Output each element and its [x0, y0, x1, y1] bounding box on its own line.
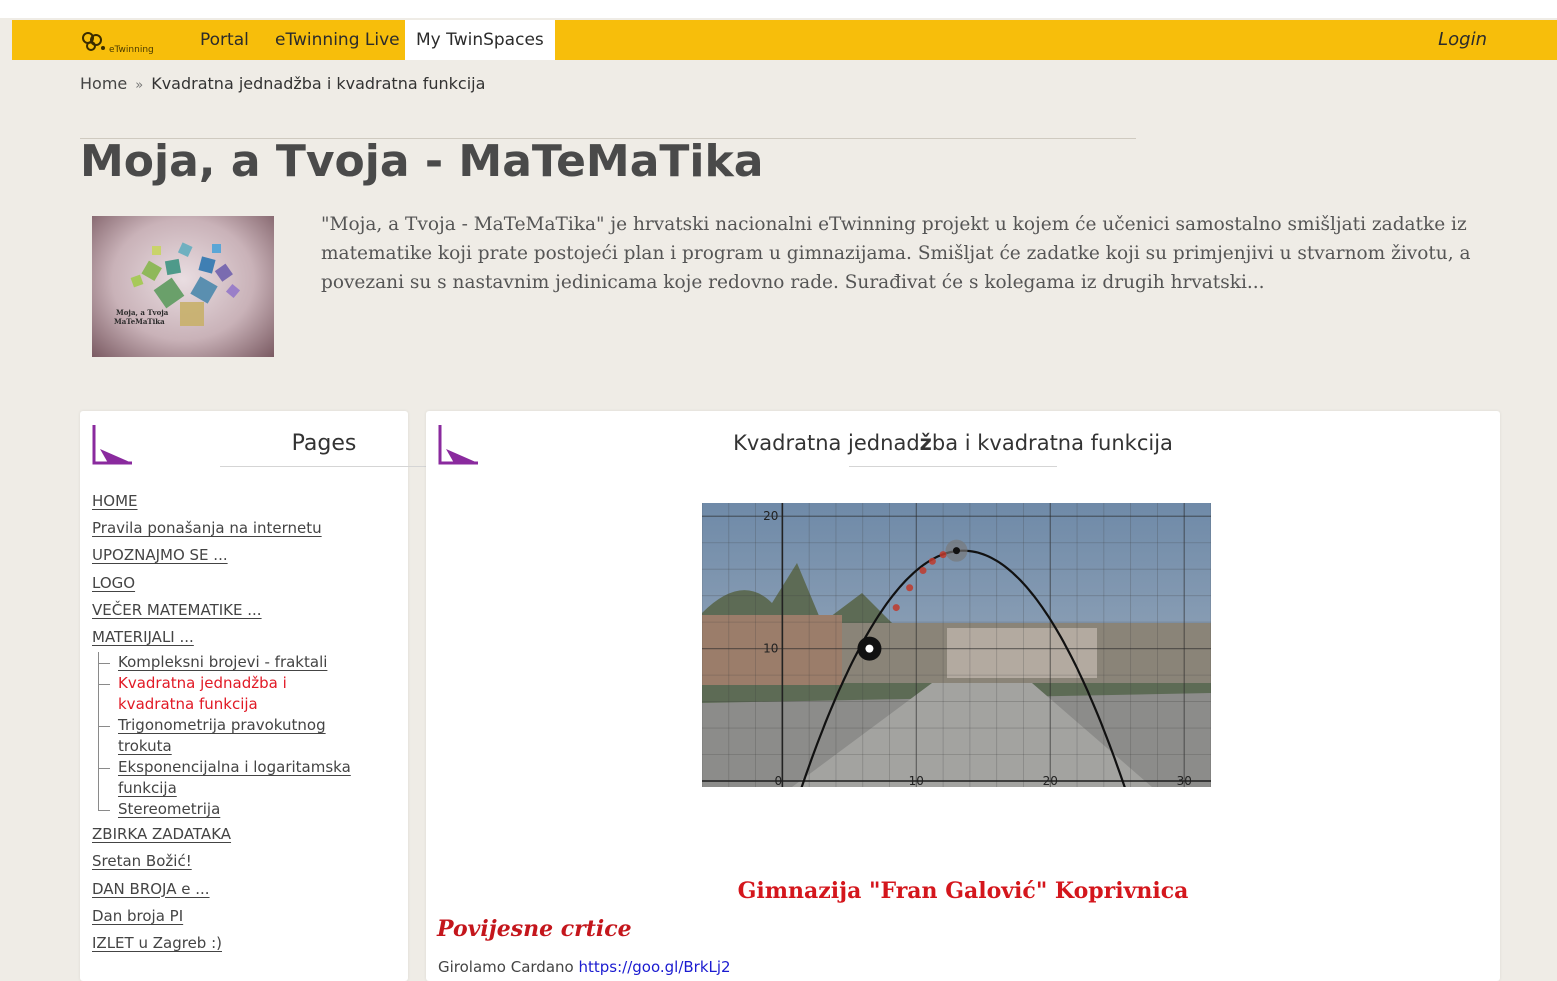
chart-point-cursor-center: [865, 644, 874, 653]
subpage-item: Stereometrija: [92, 799, 392, 820]
nav-etwinning-live[interactable]: eTwinning Live: [264, 20, 411, 60]
project-image: Moja, a Tvoja MaTeMaTika: [92, 216, 274, 357]
chart-point: [892, 604, 900, 612]
content-title-bold: ž: [919, 431, 932, 455]
x-tick-label: 0: [775, 774, 783, 787]
page-link-kvadratna-jednadzba[interactable]: Kvadratna jednadžba i kvadratna funkcija: [92, 673, 323, 715]
materijali-subpages: Kompleksni brojevi - fraktali Kvadratna …: [92, 652, 392, 820]
history-line: Girolamo Cardano https://goo.gl/BrkLj2: [438, 958, 731, 976]
project-image-caption-2: MaTeMaTika: [114, 317, 165, 326]
page-link-eksponencijalna[interactable]: Eksponencijalna i logaritamska funkcija: [92, 757, 380, 799]
top-navbar: eTwinning Portal eTwinning Live My TwinS…: [12, 20, 1557, 60]
nav-my-twinspaces[interactable]: My TwinSpaces: [405, 20, 555, 60]
etwinning-logo[interactable]: eTwinning: [78, 26, 154, 56]
breadcrumb-home[interactable]: Home: [80, 74, 127, 93]
history-link[interactable]: https://goo.gl/BrkLj2: [578, 958, 730, 976]
browser-top-strip: [0, 0, 1557, 18]
page-link-dan-broja-e[interactable]: DAN BROJA e ...: [92, 880, 392, 908]
page-link-kompleksni-brojevi[interactable]: Kompleksni brojevi - fraktali: [92, 652, 392, 673]
logo-text: eTwinning: [109, 45, 154, 55]
page-link-vecer-matematike[interactable]: VEČER MATEMATIKE ...: [92, 601, 392, 629]
page-link-izlet-zagreb[interactable]: IZLET u Zagreb :): [92, 934, 392, 962]
y-tick-label: 10: [763, 642, 778, 656]
y-tick-label: 20: [763, 509, 778, 523]
subpage-item: Eksponencijalna i logaritamska funkcija: [92, 757, 392, 799]
chart-point: [939, 551, 947, 559]
content-panel-icon: [438, 423, 482, 471]
page-link-pravila[interactable]: Pravila ponašanja na internetu: [92, 520, 392, 547]
x-tick-label: 10: [909, 774, 924, 787]
history-text: Girolamo Cardano: [438, 958, 574, 976]
content-title-part: ba i kvadratna funkcija: [931, 431, 1173, 455]
page-link-stereometrija[interactable]: Stereometrija: [92, 799, 392, 820]
breadcrumb-separator: »: [135, 78, 144, 93]
x-tick-label: 20: [1043, 774, 1058, 787]
pages-list: HOME Pravila ponašanja na internetu UPOZ…: [92, 492, 392, 962]
content-title: Kvadratna jednadžba i kvadratna funkcija: [626, 431, 1280, 455]
parabola-chart-svg: 0 10 20 30 10 20: [702, 503, 1211, 787]
page-link-zbirka-zadataka[interactable]: ZBIRKA ZADATAKA: [92, 826, 392, 853]
content-title-part: Kvadratna jednad: [733, 431, 920, 455]
pages-panel-icon: [92, 423, 136, 471]
x-tick-label: 30: [1177, 774, 1192, 787]
section-heading: Povijesne crtice: [437, 916, 632, 942]
login-link[interactable]: Login: [1438, 20, 1487, 60]
page-link-upoznajmo[interactable]: UPOZNAJMO SE ...: [92, 547, 392, 574]
pages-panel: Pages HOME Pravila ponašanja na internet…: [80, 411, 428, 981]
project-description: "Moja, a Tvoja - MaTeMaTika" je hrvatski…: [321, 214, 1471, 293]
subpage-item: Kompleksni brojevi - fraktali: [92, 652, 392, 673]
page-link-sretan-bozic[interactable]: Sretan Božić!: [92, 853, 392, 880]
page-link-trigonometrija[interactable]: Trigonometrija pravokutnog trokuta: [92, 715, 348, 757]
pages-title: Pages: [291, 431, 357, 456]
chart-point: [919, 567, 927, 575]
etwinning-logo-icon: [82, 32, 105, 51]
school-name: Gimnazija "Fran Galović" Koprivnica: [737, 878, 1189, 904]
pages-title-divider: [220, 466, 428, 467]
subpage-item: Kvadratna jednadžba i kvadratna funkcija: [92, 673, 392, 715]
content-panel: Kvadratna jednadžba i kvadratna funkcija…: [426, 411, 1500, 981]
chart-point-vertex: [953, 547, 960, 555]
content-title-divider: [849, 466, 1057, 467]
project-title: Moja, a Tvoja - MaTeMaTika: [80, 136, 764, 187]
page-link-home[interactable]: HOME: [92, 492, 392, 520]
breadcrumb-current: Kvadratna jednadžba i kvadratna funkcija: [151, 74, 486, 93]
chart-point: [906, 584, 914, 592]
parabola-chart: 0 10 20 30 10 20: [702, 503, 1211, 787]
pythagoras-tree-icon: Moja, a Tvoja MaTeMaTika: [114, 242, 241, 326]
page-link-logo[interactable]: LOGO: [92, 574, 392, 602]
breadcrumb: Home » Kvadratna jednadžba i kvadratna fun…: [80, 74, 485, 93]
subpage-item: Trigonometrija pravokutnog trokuta: [92, 715, 392, 757]
nav-portal[interactable]: Portal: [189, 20, 260, 60]
page-link-dan-broja-pi[interactable]: Dan broja PI: [92, 907, 392, 935]
chart-point: [928, 557, 936, 565]
project-image-caption-1: Moja, a Tvoja: [116, 308, 169, 317]
